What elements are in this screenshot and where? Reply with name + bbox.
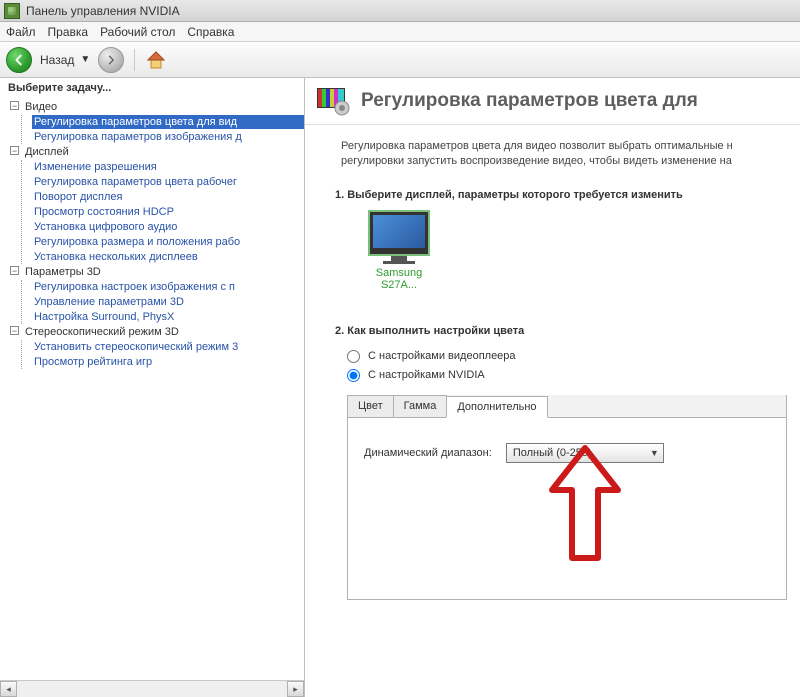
- back-label[interactable]: Назад: [40, 53, 74, 67]
- content-pane: Регулировка параметров цвета для Регулир…: [305, 78, 800, 697]
- tab-advanced-body: Динамический диапазон: Полный (0-255) ▼: [348, 419, 786, 599]
- nvidia-app-icon: [4, 3, 20, 19]
- menu-file[interactable]: Файл: [6, 25, 36, 39]
- display-thumbnail[interactable]: Samsung S27A...: [361, 211, 437, 291]
- menu-edit[interactable]: Правка: [48, 25, 89, 39]
- tree-item[interactable]: Настройка Surround, PhysX: [32, 310, 304, 324]
- titlebar[interactable]: Панель управления NVIDIA: [0, 0, 800, 22]
- sidebar-horizontal-scrollbar[interactable]: ◂ ▸: [0, 680, 304, 697]
- tabs-bar: Цвет Гамма Дополнительно: [347, 395, 786, 418]
- radio-player-settings[interactable]: С настройками видеоплеера: [305, 347, 800, 366]
- back-button[interactable]: [6, 47, 32, 73]
- sidebar-header: Выберите задачу...: [0, 78, 304, 100]
- tree-toggle[interactable]: −: [10, 146, 19, 155]
- tree-group-3d: −Параметры 3D Регулировка настроек изобр…: [10, 265, 304, 324]
- monitor-icon: [369, 211, 429, 255]
- radio-nvidia-settings[interactable]: С настройками NVIDIA: [305, 366, 800, 385]
- menu-desktop[interactable]: Рабочий стол: [100, 25, 175, 39]
- page-title: Регулировка параметров цвета для: [361, 90, 698, 112]
- toolbar: Назад ▼: [0, 42, 800, 78]
- window-title: Панель управления NVIDIA: [26, 4, 180, 18]
- tree-group-video: −Видео Регулировка параметров цвета для …: [10, 100, 304, 144]
- home-button[interactable]: [145, 49, 167, 71]
- toolbar-separator: [134, 49, 135, 71]
- tree-item[interactable]: Поворот дисплея: [32, 190, 304, 204]
- tree-group-display: −Дисплей Изменение разрешения Регулировк…: [10, 145, 304, 264]
- back-history-dropdown[interactable]: ▼: [80, 54, 92, 65]
- tree-item[interactable]: Регулировка параметров цвета для вид: [32, 115, 304, 129]
- tree-item[interactable]: Установка нескольких дисплеев: [32, 250, 304, 264]
- tree-item[interactable]: Регулировка параметров изображения д: [32, 130, 304, 144]
- display-name: Samsung S27A...: [361, 267, 437, 291]
- tree-item[interactable]: Регулировка размера и положения рабо: [32, 235, 304, 249]
- tree-toggle[interactable]: −: [10, 326, 19, 335]
- dynamic-range-combo[interactable]: Полный (0-255) ▼: [506, 443, 664, 463]
- color-bars-icon: [317, 86, 351, 116]
- tree-item[interactable]: Изменение разрешения: [32, 160, 304, 174]
- chevron-down-icon: ▼: [650, 448, 659, 458]
- tree-item[interactable]: Установить стереоскопический режим 3: [32, 340, 304, 354]
- menubar: Файл Правка Рабочий стол Справка: [0, 22, 800, 42]
- forward-button[interactable]: [98, 47, 124, 73]
- tree-item[interactable]: Просмотр рейтинга игр: [32, 355, 304, 369]
- tree-toggle[interactable]: −: [10, 101, 19, 110]
- scroll-left-icon[interactable]: ◂: [0, 681, 17, 697]
- tree-item[interactable]: Управление параметрами 3D: [32, 295, 304, 309]
- color-tabs-panel: Цвет Гамма Дополнительно Динамический ди…: [347, 395, 787, 600]
- scroll-right-icon[interactable]: ▸: [287, 681, 304, 697]
- tree-item[interactable]: Регулировка настроек изображения с п: [32, 280, 304, 294]
- dynamic-range-label: Динамический диапазон:: [364, 447, 492, 459]
- tree-item[interactable]: Регулировка параметров цвета рабочег: [32, 175, 304, 189]
- menu-help[interactable]: Справка: [187, 25, 234, 39]
- page-title-row: Регулировка параметров цвета для: [305, 78, 800, 125]
- radio-nvidia-input[interactable]: [347, 369, 360, 382]
- dynamic-range-value: Полный (0-255): [513, 447, 592, 459]
- tree-group-stereo3d: −Стереоскопический режим 3D Установить с…: [10, 325, 304, 369]
- step1-label: 1. Выберите дисплей, параметры которого …: [305, 179, 800, 211]
- radio-player-input[interactable]: [347, 350, 360, 363]
- tree-item[interactable]: Установка цифрового аудио: [32, 220, 304, 234]
- tree-toggle[interactable]: −: [10, 266, 19, 275]
- task-tree: −Видео Регулировка параметров цвета для …: [0, 100, 304, 369]
- tree-item[interactable]: Просмотр состояния HDCP: [32, 205, 304, 219]
- step2-label: 2. Как выполнить настройки цвета: [305, 291, 800, 347]
- tab-color[interactable]: Цвет: [347, 395, 394, 417]
- tab-gamma[interactable]: Гамма: [393, 395, 448, 417]
- tab-advanced[interactable]: Дополнительно: [446, 396, 547, 418]
- page-description: Регулировка параметров цвета для видео п…: [305, 125, 800, 179]
- task-sidebar: Выберите задачу... −Видео Регулировка па…: [0, 78, 305, 697]
